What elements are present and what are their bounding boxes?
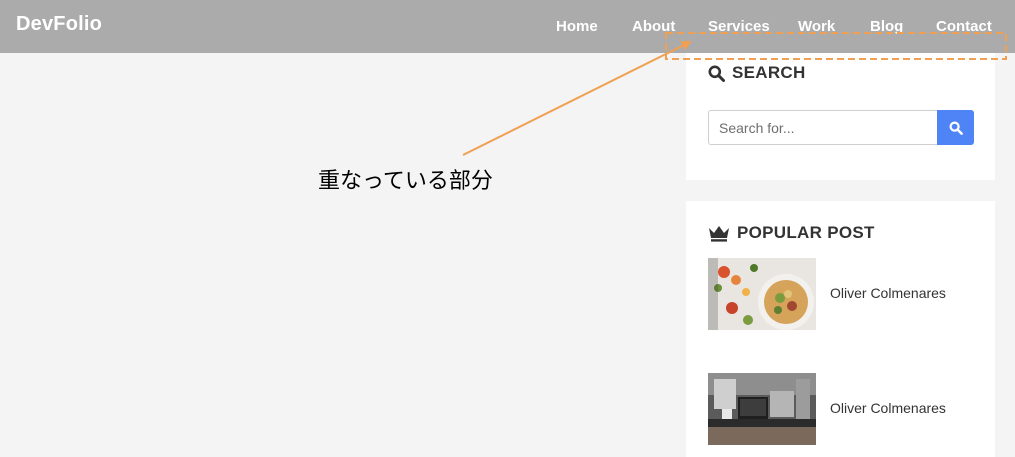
popular-post-item[interactable]: Oliver Colmenares	[708, 373, 978, 445]
search-icon	[948, 120, 963, 135]
search-button[interactable]	[937, 110, 974, 145]
annotation-arrow	[462, 41, 692, 156]
post-thumbnail[interactable]	[708, 258, 816, 330]
nav-item-contact[interactable]: Contact	[936, 18, 992, 35]
post-title[interactable]: Oliver Colmenares	[830, 285, 946, 301]
brand-logo[interactable]: DevFolio	[16, 13, 102, 36]
nav-item-about[interactable]: About	[632, 18, 675, 35]
post-thumbnail[interactable]	[708, 373, 816, 445]
annotation-label: 重なっている部分	[318, 169, 493, 194]
search-icon	[708, 65, 725, 82]
nav-item-blog[interactable]: Blog	[870, 18, 903, 35]
navbar: DevFolio Home About Services Work Blog C…	[0, 0, 1015, 53]
search-input[interactable]	[708, 110, 937, 145]
post-title[interactable]: Oliver Colmenares	[830, 400, 946, 416]
search-box	[708, 110, 974, 145]
search-widget: SEARCH	[686, 53, 995, 180]
nav-item-work[interactable]: Work	[798, 18, 835, 35]
search-widget-title: SEARCH	[708, 63, 806, 83]
crown-icon	[709, 226, 729, 242]
nav-item-home[interactable]: Home	[556, 18, 598, 35]
popular-post-widget-title: POPULAR POST	[708, 223, 875, 243]
popular-post-widget: POPULAR POST Oliver Colmenares Oliver Co…	[686, 201, 995, 457]
nav-item-services[interactable]: Services	[708, 18, 770, 35]
search-widget-title-text: SEARCH	[732, 63, 806, 82]
popular-post-item[interactable]: Oliver Colmenares	[708, 258, 978, 330]
popular-post-widget-title-text: POPULAR POST	[737, 223, 875, 242]
